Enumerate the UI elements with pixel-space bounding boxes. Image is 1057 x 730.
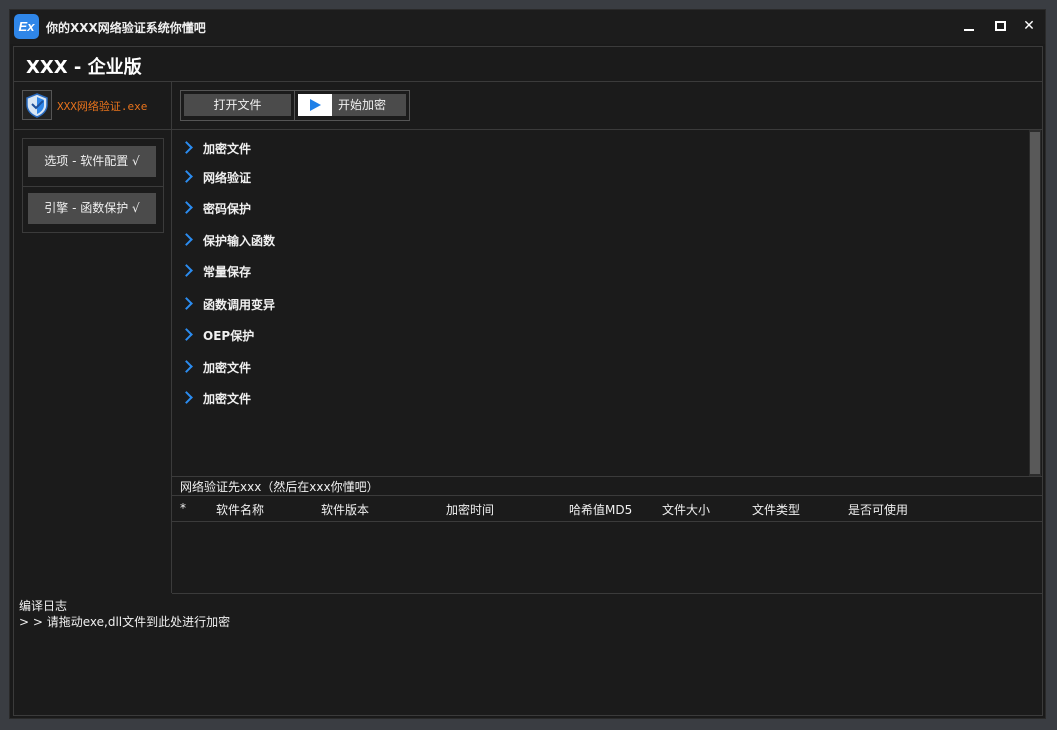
window-title: 你的XXX网络验证系统你懂吧 — [46, 21, 206, 35]
chevron-right-icon — [180, 264, 193, 277]
log-title: 编译日志 — [19, 599, 68, 613]
file-table-body[interactable] — [172, 522, 1042, 594]
play-icon-box — [298, 94, 332, 116]
toolbar-group: 打开文件 开始加密 — [180, 90, 410, 121]
column-header[interactable]: 哈希值MD5 — [569, 501, 632, 518]
tree-item[interactable]: 常量保存 — [180, 263, 251, 280]
page-title: XXX - 企业版 — [26, 57, 142, 78]
minimize-button[interactable] — [958, 16, 980, 36]
app-window: Ex 你的XXX网络验证系统你懂吧 ✕ XXX - 企业版 XXX网络验证.ex… — [10, 10, 1045, 718]
tree-item[interactable]: 加密文件 — [180, 359, 251, 376]
scrollbar-thumb[interactable] — [1030, 132, 1040, 474]
tree-item[interactable]: 网络验证 — [180, 169, 251, 186]
column-header[interactable]: * — [180, 501, 186, 515]
tree-item[interactable]: 保护输入函数 — [180, 232, 275, 249]
left-sidebar: XXX网络验证.exe 选项 - 软件配置 √ 引擎 - 函数保护 √ — [14, 82, 172, 593]
tree-item[interactable]: 加密文件 — [180, 390, 251, 407]
main-panel: XXX - 企业版 XXX网络验证.exe 选项 - 软件配置 √ 引擎 - 函… — [13, 46, 1043, 716]
maximize-button[interactable] — [989, 16, 1011, 36]
chevron-right-icon — [180, 360, 193, 373]
engine-protect-button[interactable]: 引擎 - 函数保护 √ — [28, 193, 156, 224]
chevron-right-icon — [180, 170, 193, 183]
logo-text: XXX网络验证.exe — [57, 100, 148, 113]
file-table-header: * 软件名称 软件版本 加密时间 哈希值MD5 文件大小 文件类型 是否可使用 — [172, 496, 1042, 522]
options-config-button[interactable]: 选项 - 软件配置 √ — [28, 146, 156, 177]
title-bar[interactable]: Ex 你的XXX网络验证系统你懂吧 ✕ — [10, 10, 1045, 44]
header-bar: XXX - 企业版 — [14, 47, 1042, 82]
chevron-right-icon — [180, 201, 193, 214]
option-group: 选项 - 软件配置 √ 引擎 - 函数保护 √ — [22, 138, 164, 233]
chevron-right-icon — [180, 233, 193, 246]
status-text: 网络验证先xxx（然后在xxx你懂吧） — [180, 480, 379, 494]
play-icon — [310, 99, 321, 111]
compile-log[interactable]: 编译日志 > > 请拖动exe,dll文件到此处进行加密 — [14, 594, 1042, 715]
column-header[interactable]: 加密时间 — [446, 501, 494, 518]
column-header[interactable]: 文件大小 — [662, 501, 710, 518]
column-header[interactable]: 是否可使用 — [848, 501, 908, 518]
maximize-icon — [995, 21, 1006, 31]
chevron-right-icon — [180, 141, 193, 154]
shield-icon — [22, 90, 52, 120]
open-file-button[interactable]: 打开文件 — [184, 94, 291, 116]
log-line: > > 请拖动exe,dll文件到此处进行加密 — [19, 615, 231, 629]
chevron-right-icon — [180, 391, 193, 404]
close-button[interactable]: ✕ — [1018, 16, 1040, 36]
feature-tree: 加密文件 网络验证 密码保护 保护输入函数 常量保存 函数调用变异 OEP保护 … — [172, 130, 1042, 477]
option-divider — [23, 186, 163, 187]
column-header[interactable]: 软件名称 — [216, 501, 264, 518]
toolbar: 打开文件 开始加密 — [172, 82, 1042, 130]
tree-item[interactable]: 函数调用变异 — [180, 296, 275, 313]
start-encrypt-label: 开始加密 — [338, 98, 387, 112]
start-encrypt-button[interactable]: 开始加密 — [298, 94, 406, 116]
column-header[interactable]: 软件版本 — [321, 501, 369, 518]
column-header[interactable]: 文件类型 — [752, 501, 800, 518]
tree-item[interactable]: 密码保护 — [180, 200, 251, 217]
toolbar-divider — [294, 91, 295, 120]
status-line: 网络验证先xxx（然后在xxx你懂吧） — [172, 477, 1042, 496]
close-icon: ✕ — [1023, 18, 1035, 34]
tree-item[interactable]: OEP保护 — [180, 327, 254, 344]
chevron-right-icon — [180, 328, 193, 341]
tree-item[interactable]: 加密文件 — [180, 140, 251, 157]
logo-row: XXX网络验证.exe — [14, 82, 171, 130]
app-logo-icon: Ex — [14, 14, 39, 39]
minimize-icon — [964, 29, 974, 31]
tree-scrollbar[interactable] — [1029, 130, 1041, 476]
chevron-right-icon — [180, 297, 193, 310]
